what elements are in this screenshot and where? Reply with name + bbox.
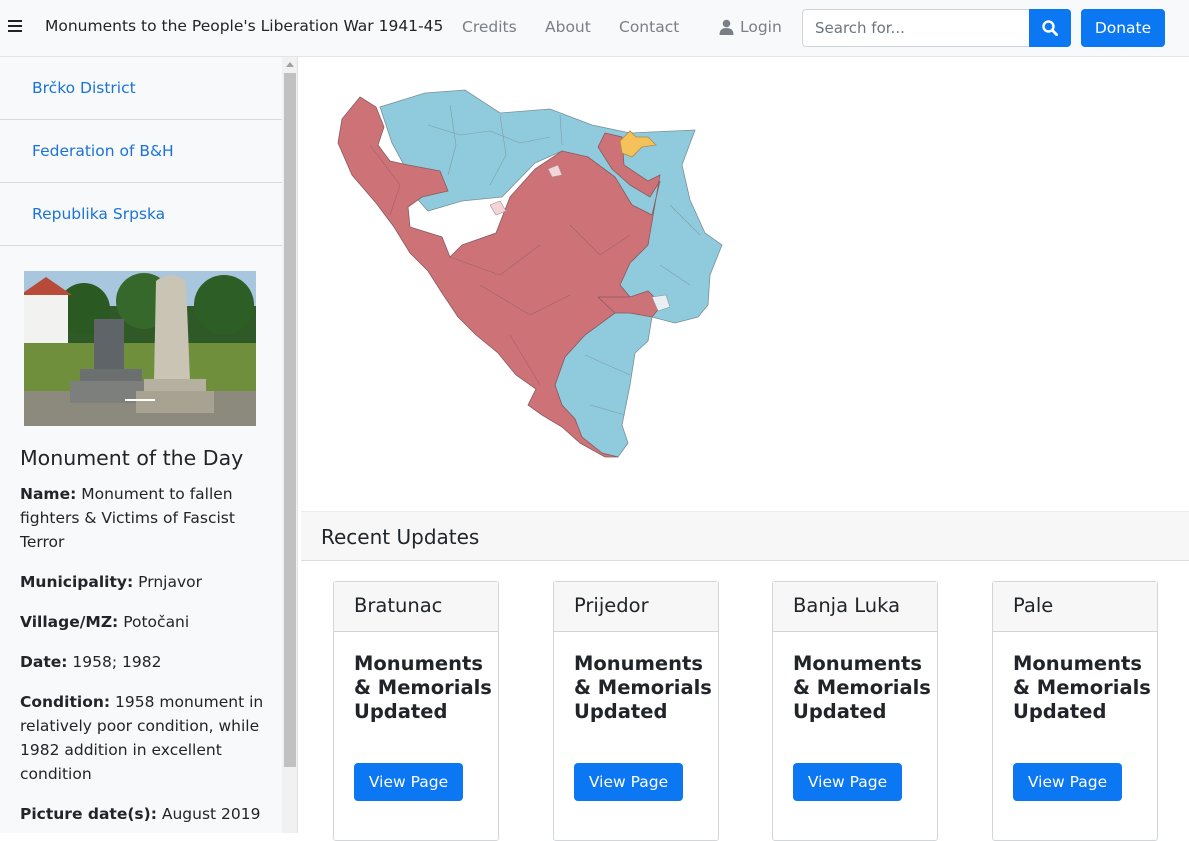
donate-button[interactable]: Donate: [1081, 9, 1165, 47]
nav-link-about[interactable]: About: [545, 18, 591, 36]
nav-link-contact[interactable]: Contact: [619, 18, 679, 36]
update-card: Pale Monuments & Memorials Updated View …: [992, 581, 1158, 841]
nav-link-credits[interactable]: Credits: [462, 18, 517, 36]
login-link[interactable]: Login: [719, 18, 782, 36]
update-card: Bratunac Monuments & Memorials Updated V…: [333, 581, 499, 841]
motd-municipality: Municipality: Prnjavor: [20, 573, 202, 591]
search-icon: [1042, 20, 1058, 36]
navbar: Monuments to the People's Liberation War…: [0, 0, 1189, 57]
sidebar-item-republika-srpska[interactable]: Republika Srpska: [0, 183, 282, 246]
update-card-title: Bratunac: [334, 582, 498, 632]
scroll-up-arrow-icon[interactable]: [286, 62, 294, 67]
update-card-text: Monuments & Memorials Updated: [1013, 652, 1151, 723]
view-page-button[interactable]: View Page: [1013, 763, 1122, 801]
update-card: Banja Luka Monuments & Memorials Updated…: [772, 581, 938, 841]
update-card: Prijedor Monuments & Memorials Updated V…: [553, 581, 719, 841]
user-icon: [719, 19, 734, 35]
sidebar: Brčko District Federation of B&H Republi…: [0, 57, 298, 833]
recent-updates-header: Recent Updates: [301, 511, 1189, 561]
search-button[interactable]: [1029, 9, 1071, 47]
update-card-text: Monuments & Memorials Updated: [574, 652, 712, 723]
search-input[interactable]: [802, 9, 1030, 47]
motd-picture-date: Picture date(s): August 2019: [20, 805, 261, 823]
motd-date: Date: 1958; 1982: [20, 653, 162, 671]
update-card-title: Banja Luka: [773, 582, 937, 632]
recent-updates-title: Recent Updates: [321, 525, 480, 549]
view-page-button[interactable]: View Page: [793, 763, 902, 801]
hamburger-icon[interactable]: [8, 17, 22, 33]
monument-photo[interactable]: [24, 271, 256, 426]
sidebar-item-brcko[interactable]: Brčko District: [0, 57, 282, 120]
site-brand[interactable]: Monuments to the People's Liberation War…: [45, 17, 443, 35]
motd-village: Village/MZ: Potočani: [20, 613, 190, 631]
view-page-button[interactable]: View Page: [574, 763, 683, 801]
update-card-title: Prijedor: [554, 582, 718, 632]
sidebar-item-federation[interactable]: Federation of B&H: [0, 120, 282, 183]
bih-map[interactable]: [330, 85, 730, 465]
update-card-text: Monuments & Memorials Updated: [793, 652, 931, 723]
update-card-text: Monuments & Memorials Updated: [354, 652, 492, 723]
update-card-title: Pale: [993, 582, 1157, 632]
motd-heading: Monument of the Day: [20, 446, 244, 470]
scrollbar-thumb[interactable]: [284, 73, 296, 767]
view-page-button[interactable]: View Page: [354, 763, 463, 801]
login-label: Login: [740, 18, 782, 36]
motd-name: Name: Monument to fallen fighters & Vict…: [20, 485, 235, 551]
motd-condition: Condition: 1958 monument in relatively p…: [20, 693, 264, 783]
